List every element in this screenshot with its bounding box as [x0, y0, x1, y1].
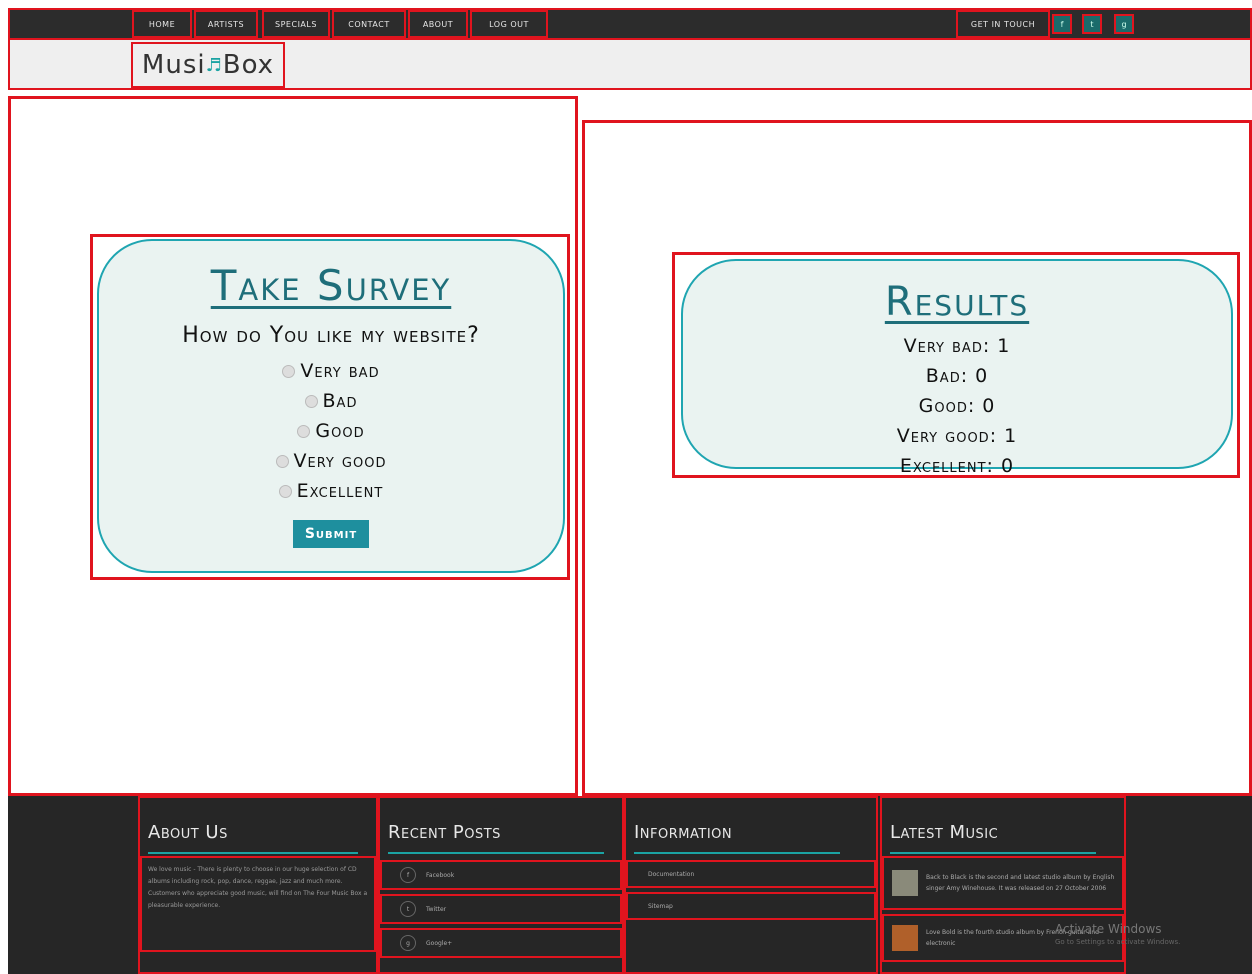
recent-post-twitter[interactable]: t Twitter — [380, 894, 622, 924]
footer-about-heading: About Us — [148, 822, 228, 843]
footer-information-heading: Information — [634, 822, 733, 843]
google-plus-icon[interactable]: g — [1114, 14, 1134, 34]
logo-text-left: Musi — [141, 50, 206, 80]
nav-home[interactable]: HOME — [132, 10, 192, 38]
footer: About Us We love music - There is plenty… — [8, 796, 1252, 974]
site-logo[interactable]: Musi ♬ Box — [131, 42, 285, 88]
music-note-icon: ♬ — [205, 54, 223, 76]
option-label: Good — [315, 420, 365, 442]
option-good[interactable]: Good — [297, 420, 364, 442]
radio-button[interactable] — [278, 484, 292, 498]
option-bad[interactable]: Bad — [304, 390, 358, 412]
nav-specials[interactable]: SPECIALS — [262, 10, 330, 38]
radio-button[interactable] — [275, 454, 289, 468]
recent-post-google[interactable]: g Google+ — [380, 928, 622, 958]
footer-about-column: About Us We love music - There is plenty… — [138, 796, 378, 974]
results-title: Results — [884, 279, 1030, 325]
info-sitemap-link[interactable]: Sitemap — [626, 892, 876, 920]
results-box: Results Very bad: 1 Bad: 0 Good: 0 Very … — [681, 259, 1233, 477]
album-thumbnail — [892, 925, 918, 951]
radio-button[interactable] — [282, 364, 296, 378]
recent-post-label: Facebook — [426, 871, 455, 879]
latest-music-item[interactable]: Back to Black is the second and latest s… — [882, 856, 1124, 910]
info-documentation-link[interactable]: Documentation — [626, 860, 876, 888]
activate-windows-subtitle: Go to Settings to activate Windows. — [1055, 938, 1181, 946]
heading-underline — [148, 852, 358, 854]
survey-card: Take Survey How do You like my website? … — [90, 234, 570, 580]
result-very-bad: Very bad: 1 — [903, 335, 1011, 357]
top-navbar: HOME ARTISTS SPECIALS CONTACT ABOUT LOG … — [8, 8, 1252, 40]
footer-latest-music-heading: Latest Music — [890, 822, 999, 843]
results-card: Results Very bad: 1 Bad: 0 Good: 0 Very … — [672, 252, 1240, 478]
footer-about-text-box: We love music - There is plenty to choos… — [140, 856, 376, 952]
result-very-good: Very good: 1 — [896, 425, 1018, 447]
option-label: Excellent — [296, 480, 384, 502]
twitter-icon: t — [400, 901, 416, 917]
heading-underline — [890, 852, 1096, 854]
facebook-icon: f — [400, 867, 416, 883]
footer-latest-music-column: Latest Music Back to Black is the second… — [880, 796, 1126, 974]
option-label: Bad — [322, 390, 358, 412]
result-excellent: Excellent: 0 — [899, 455, 1015, 477]
recent-post-facebook[interactable]: f Facebook — [380, 860, 622, 890]
nav-log-out[interactable]: LOG OUT — [470, 10, 548, 38]
nav-contact[interactable]: CONTACT — [332, 10, 406, 38]
option-label: Very good — [293, 450, 387, 472]
facebook-icon[interactable]: f — [1052, 14, 1072, 34]
survey-title: Take Survey — [210, 261, 452, 310]
nav-about[interactable]: ABOUT — [408, 10, 468, 38]
get-in-touch-button[interactable]: GET IN TOUCH — [956, 10, 1050, 38]
result-good: Good: 0 — [918, 395, 996, 417]
logo-text-right: Box — [222, 50, 275, 80]
twitter-icon[interactable]: t — [1082, 14, 1102, 34]
heading-underline — [634, 852, 840, 854]
radio-button[interactable] — [304, 394, 318, 408]
latest-music-text: Back to Black is the second and latest s… — [926, 874, 1115, 892]
heading-underline — [388, 852, 604, 854]
result-bad: Bad: 0 — [925, 365, 989, 387]
option-very-good[interactable]: Very good — [275, 450, 387, 472]
activate-windows-title: Activate Windows — [1055, 922, 1162, 936]
radio-button[interactable] — [297, 424, 311, 438]
nav-artists[interactable]: ARTISTS — [194, 10, 258, 38]
footer-information-column: Information Documentation Sitemap — [624, 796, 878, 974]
recent-post-label: Twitter — [426, 905, 447, 913]
survey-question: How do You like my website? — [182, 323, 480, 348]
survey-form: Take Survey How do You like my website? … — [97, 239, 565, 573]
submit-button[interactable]: Submit — [292, 520, 370, 548]
option-excellent[interactable]: Excellent — [278, 480, 384, 502]
option-very-bad[interactable]: Very bad — [282, 360, 379, 382]
album-thumbnail — [892, 870, 918, 896]
google-plus-icon: g — [400, 935, 416, 951]
logo-bar: Musi ♬ Box — [8, 40, 1252, 90]
recent-post-label: Google+ — [426, 939, 453, 947]
option-label: Very bad — [300, 360, 380, 382]
footer-recent-posts-column: Recent Posts f Facebook t Twitter g Google+ — [378, 796, 624, 974]
footer-about-text: We love music - There is plenty to choos… — [148, 866, 368, 909]
footer-recent-posts-heading: Recent Posts — [388, 822, 501, 843]
